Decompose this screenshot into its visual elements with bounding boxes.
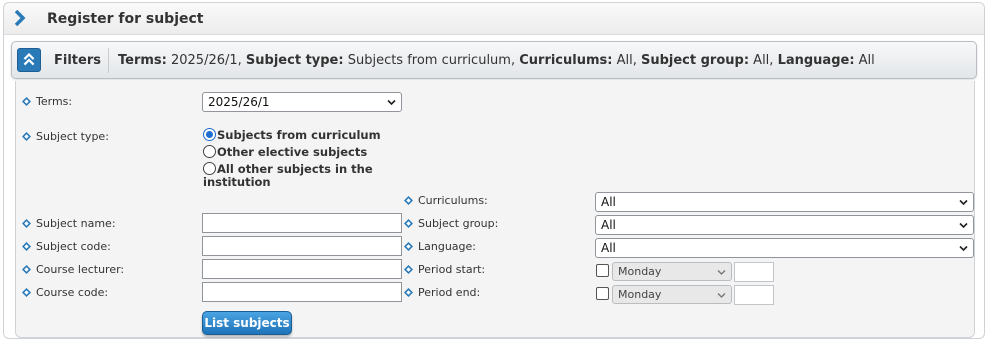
filters-label: Filters (54, 53, 101, 68)
period-end-time-input[interactable] (734, 285, 774, 305)
course-code-label: Course code: (22, 286, 108, 299)
filter-value-terms: 2025/26/1, (166, 53, 246, 68)
course-lecturer-input[interactable] (202, 259, 402, 279)
title-bar: Register for subject (4, 3, 984, 35)
course-lecturer-label: Course lecturer: (22, 263, 124, 276)
filter-key-language: Language: (777, 53, 855, 68)
page-title: Register for subject (47, 11, 204, 27)
period-end-label: Period end: (404, 286, 480, 299)
chevron-right-icon[interactable] (13, 10, 27, 26)
register-panel: Register for subject Filters Terms: 2025… (3, 2, 985, 339)
radio-subjects-from-curriculum[interactable]: Subjects from curriculum (203, 128, 381, 142)
filters-summary: Terms: 2025/26/1, Subject type: Subjects… (118, 53, 875, 68)
filter-key-terms: Terms: (118, 53, 167, 68)
diamond-bullet-icon (22, 242, 31, 251)
terms-select[interactable]: 2025/26/1 (202, 92, 402, 112)
radio-button-checked[interactable] (203, 128, 216, 141)
curriculums-label: Curriculums: (404, 194, 488, 207)
chevron-down-icon (959, 199, 968, 206)
diamond-bullet-icon (22, 219, 31, 228)
diamond-bullet-icon (22, 288, 31, 297)
filter-key-curriculums: Curriculums: (519, 53, 613, 68)
radio-all-other-subjects[interactable]: All other subjects in the institution (203, 162, 373, 189)
language-label: Language: (404, 240, 476, 253)
diamond-bullet-icon (22, 132, 31, 141)
list-subjects-button[interactable]: List subjects (202, 311, 292, 335)
chevron-down-icon (717, 270, 726, 275)
filter-value-curriculums: All, (612, 53, 641, 68)
filter-key-subject-type: Subject type: (245, 53, 344, 68)
chevron-down-icon (717, 293, 726, 298)
filter-form: Terms: 2025/26/1 Subject type: Subjects … (15, 81, 975, 338)
diamond-bullet-icon (404, 288, 413, 297)
subject-name-label: Subject name: (22, 217, 116, 230)
diamond-bullet-icon (22, 265, 31, 274)
radio-other-elective-subjects[interactable]: Other elective subjects (203, 145, 367, 159)
period-start-time-input[interactable] (734, 262, 774, 282)
subject-type-label: Subject type: (22, 130, 109, 143)
terms-label: Terms: (22, 95, 72, 108)
diamond-bullet-icon (404, 196, 413, 205)
filter-value-subject-type: Subjects from curriculum, (343, 53, 520, 68)
radio-button[interactable] (203, 162, 216, 175)
period-end-checkbox[interactable] (596, 287, 609, 300)
chevron-down-icon (387, 99, 396, 106)
subject-code-label: Subject code: (22, 240, 111, 253)
filters-divider (108, 48, 109, 73)
period-end-day-select[interactable]: Monday (612, 285, 732, 304)
course-code-input[interactable] (202, 282, 402, 302)
curriculums-select[interactable]: All (595, 192, 974, 212)
chevron-down-icon (959, 245, 968, 252)
diamond-bullet-icon (404, 242, 413, 251)
collapse-filters-button[interactable] (17, 48, 41, 72)
double-chevron-up-icon (23, 52, 35, 66)
filter-value-subject-group: All, (749, 53, 778, 68)
diamond-bullet-icon (404, 265, 413, 274)
subject-group-select[interactable]: All (595, 215, 974, 235)
filter-key-subject-group: Subject group: (640, 53, 750, 68)
subject-group-label: Subject group: (404, 217, 498, 230)
period-start-day-select[interactable]: Monday (612, 262, 732, 281)
filter-value-language: All (854, 53, 875, 68)
chevron-down-icon (959, 222, 968, 229)
period-start-checkbox[interactable] (596, 264, 609, 277)
radio-button[interactable] (203, 145, 216, 158)
period-start-label: Period start: (404, 263, 485, 276)
filters-bar: Filters Terms: 2025/26/1, Subject type: … (11, 41, 977, 79)
subject-name-input[interactable] (202, 213, 402, 233)
language-select[interactable]: All (595, 238, 974, 258)
diamond-bullet-icon (22, 97, 31, 106)
diamond-bullet-icon (404, 219, 413, 228)
subject-code-input[interactable] (202, 236, 402, 256)
